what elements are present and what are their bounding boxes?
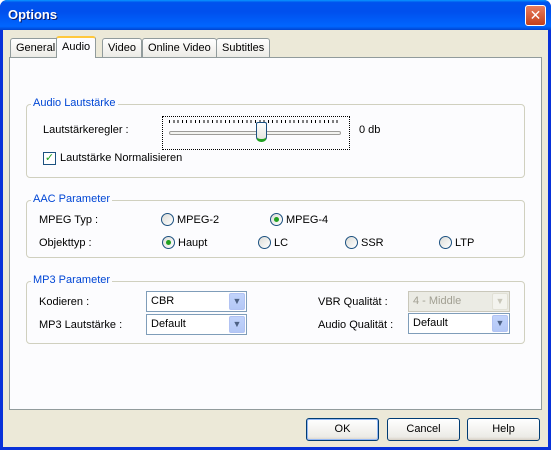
volume-slider-label: Lautstärkeregler : bbox=[43, 124, 129, 136]
volume-slider-track[interactable] bbox=[169, 131, 341, 135]
vbr-quality-select: 4 - Middle ▼ bbox=[408, 291, 510, 312]
ltp-label[interactable]: LTP bbox=[455, 237, 474, 249]
options-dialog: Options ✕ General Audio Video Online Vid… bbox=[0, 0, 551, 450]
chevron-down-icon: ▼ bbox=[492, 293, 508, 310]
dialog-client: General Audio Video Online Video Subtitl… bbox=[3, 30, 548, 447]
mp3-volume-select[interactable]: Default ▼ bbox=[146, 314, 247, 335]
vbr-quality-label: VBR Qualität : bbox=[318, 296, 388, 308]
window-title: Options bbox=[8, 7, 58, 22]
aac-parameter-group: AAC Parameter MPEG Typ : MPEG-2 MPEG-4 O… bbox=[26, 193, 525, 258]
object-type-label: Objekttyp : bbox=[39, 237, 92, 249]
mpeg4-radio[interactable] bbox=[270, 213, 283, 226]
ssr-label[interactable]: SSR bbox=[361, 237, 384, 249]
tab-subtitles[interactable]: Subtitles bbox=[216, 38, 271, 57]
chevron-down-icon[interactable]: ▼ bbox=[492, 315, 508, 332]
audio-quality-value: Default bbox=[413, 317, 448, 329]
tab-online-video[interactable]: Online Video bbox=[142, 38, 217, 57]
lc-radio[interactable] bbox=[258, 236, 271, 249]
ltp-radio[interactable] bbox=[439, 236, 452, 249]
chevron-down-icon[interactable]: ▼ bbox=[229, 293, 245, 310]
audio-quality-label: Audio Qualität : bbox=[318, 319, 394, 331]
mp3-volume-label: MP3 Lautstärke : bbox=[39, 319, 123, 331]
mpeg2-label[interactable]: MPEG-2 bbox=[177, 214, 219, 226]
ok-button[interactable]: OK bbox=[306, 418, 379, 441]
tab-general[interactable]: General bbox=[10, 38, 62, 57]
haupt-radio[interactable] bbox=[162, 236, 175, 249]
close-icon[interactable]: ✕ bbox=[525, 5, 546, 26]
audio-volume-group: Audio Lautstärke Lautstärkeregler : 0 db… bbox=[26, 97, 525, 178]
audio-volume-legend: Audio Lautstärke bbox=[31, 97, 118, 109]
chevron-down-icon[interactable]: ▼ bbox=[229, 316, 245, 333]
encode-select[interactable]: CBR ▼ bbox=[146, 291, 247, 312]
encode-label: Kodieren : bbox=[39, 296, 90, 308]
slider-ticks bbox=[169, 120, 341, 123]
volume-slider-thumb[interactable] bbox=[256, 122, 267, 142]
volume-value: 0 db bbox=[359, 124, 381, 136]
audio-tab-panel: Audio Lautstärke Lautstärkeregler : 0 db… bbox=[9, 57, 542, 410]
tab-audio[interactable]: Audio bbox=[56, 36, 97, 58]
mp3-volume-value: Default bbox=[151, 318, 186, 330]
normalize-label[interactable]: Lautstärke Normalisieren bbox=[60, 152, 182, 164]
vbr-quality-value: 4 - Middle bbox=[413, 295, 462, 307]
mpeg2-radio[interactable] bbox=[161, 213, 174, 226]
encode-value: CBR bbox=[151, 295, 175, 307]
ssr-radio[interactable] bbox=[345, 236, 358, 249]
mpeg4-label[interactable]: MPEG-4 bbox=[286, 214, 328, 226]
title-bar[interactable]: Options ✕ bbox=[0, 0, 551, 30]
mp3-parameter-group: MP3 Parameter Kodieren : CBR ▼ VBR Quali… bbox=[26, 274, 525, 344]
tab-video[interactable]: Video bbox=[102, 38, 142, 57]
aac-legend: AAC Parameter bbox=[31, 193, 113, 205]
normalize-checkbox[interactable]: ✓ bbox=[43, 152, 56, 165]
cancel-button[interactable]: Cancel bbox=[387, 418, 460, 441]
lc-label[interactable]: LC bbox=[274, 237, 288, 249]
mp3-legend: MP3 Parameter bbox=[31, 274, 113, 286]
mpeg-type-label: MPEG Typ : bbox=[39, 214, 99, 226]
help-button[interactable]: Help bbox=[467, 418, 540, 441]
haupt-label[interactable]: Haupt bbox=[178, 237, 207, 249]
audio-quality-select[interactable]: Default ▼ bbox=[408, 313, 510, 334]
